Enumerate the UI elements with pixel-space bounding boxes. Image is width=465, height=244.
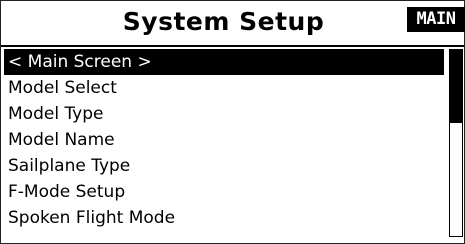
page-title: System Setup <box>122 7 325 36</box>
scrollbar-thumb[interactable] <box>450 50 462 123</box>
main-badge[interactable]: MAIN <box>407 7 465 32</box>
menu-item-model-select[interactable]: Model Select <box>4 75 444 101</box>
lcd-screen: System Setup MAIN < Main Screen > Model … <box>0 0 465 244</box>
menu-item-f-mode-setup[interactable]: F-Mode Setup <box>4 179 444 205</box>
scrollbar[interactable] <box>449 49 463 237</box>
menu-list: < Main Screen > Model Select Model Type … <box>4 49 444 231</box>
menu-item-main-screen[interactable]: < Main Screen > <box>4 49 444 75</box>
menu-item-sailplane-type[interactable]: Sailplane Type <box>4 153 444 179</box>
title-bar: System Setup MAIN <box>1 1 465 45</box>
menu-item-spoken-flight-mode[interactable]: Spoken Flight Mode <box>4 205 444 231</box>
menu-item-model-type[interactable]: Model Type <box>4 101 444 127</box>
title-divider <box>1 45 464 47</box>
menu-item-model-name[interactable]: Model Name <box>4 127 444 153</box>
